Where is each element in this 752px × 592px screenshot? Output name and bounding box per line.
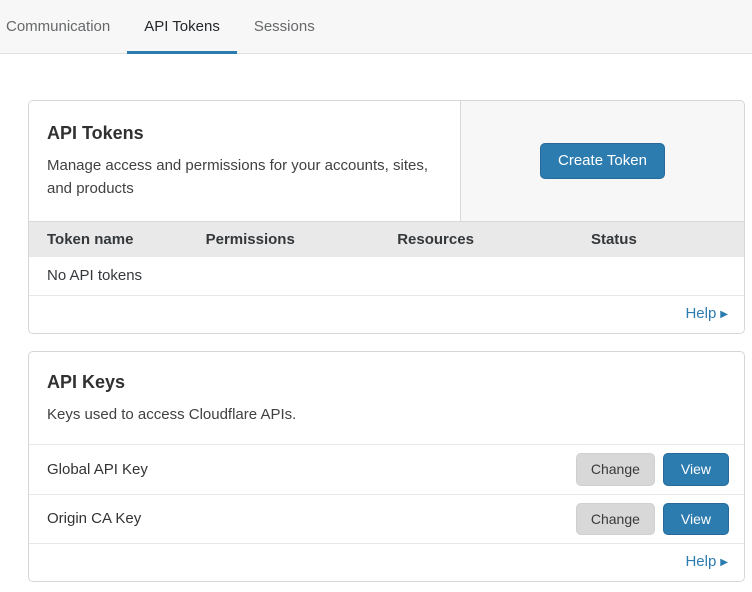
global-api-key-label: Global API Key xyxy=(47,461,576,478)
api-tokens-card-header: API Tokens Manage access and permissions… xyxy=(29,101,744,221)
active-tab-underline xyxy=(127,51,237,54)
api-key-row-origin-ca: Origin CA Key Change View xyxy=(29,494,744,544)
api-tokens-card-action-area: Create Token xyxy=(460,101,744,221)
token-table-header-resources: Resources xyxy=(397,231,591,248)
global-api-key-view-button[interactable]: View xyxy=(663,453,729,486)
token-table-empty-row: No API tokens xyxy=(29,257,744,296)
help-arrow-icon: ▶ xyxy=(720,557,728,568)
api-tokens-help-link[interactable]: Help ▶ xyxy=(685,305,728,322)
api-tokens-card-footer: Help ▶ xyxy=(29,296,744,333)
create-token-button[interactable]: Create Token xyxy=(540,143,665,179)
tab-api-tokens[interactable]: API Tokens xyxy=(127,0,237,53)
token-table-header-permissions: Permissions xyxy=(206,231,398,248)
help-arrow-icon: ▶ xyxy=(720,309,728,320)
page-content: API Tokens Manage access and permissions… xyxy=(0,54,752,582)
api-keys-help-link[interactable]: Help ▶ xyxy=(685,553,728,570)
api-keys-card: API Keys Keys used to access Cloudflare … xyxy=(28,351,745,583)
api-tokens-title: API Tokens xyxy=(47,123,436,144)
global-api-key-actions: Change View xyxy=(576,453,729,486)
api-keys-subtitle: Keys used to access Cloudflare APIs. xyxy=(47,403,726,426)
api-keys-title: API Keys xyxy=(47,372,726,393)
tab-sessions[interactable]: Sessions xyxy=(237,0,332,53)
api-keys-card-header: API Keys Keys used to access Cloudflare … xyxy=(29,352,744,444)
api-keys-help-label: Help xyxy=(685,553,716,570)
origin-ca-key-label: Origin CA Key xyxy=(47,510,576,527)
api-keys-card-footer: Help ▶ xyxy=(29,543,744,581)
origin-ca-key-actions: Change View xyxy=(576,503,729,536)
token-table-header-status: Status xyxy=(591,231,744,248)
api-tokens-card-header-text: API Tokens Manage access and permissions… xyxy=(29,101,460,221)
tab-communication[interactable]: Communication xyxy=(6,0,127,53)
api-key-row-global: Global API Key Change View xyxy=(29,444,744,494)
origin-ca-key-change-button[interactable]: Change xyxy=(576,503,655,536)
api-tokens-help-label: Help xyxy=(685,305,716,322)
token-table-header-token-name: Token name xyxy=(29,231,206,248)
api-tokens-card: API Tokens Manage access and permissions… xyxy=(28,100,745,334)
origin-ca-key-view-button[interactable]: View xyxy=(663,503,729,536)
tab-sessions-label: Sessions xyxy=(254,18,315,35)
api-tokens-subtitle: Manage access and permissions for your a… xyxy=(47,154,436,201)
tab-communication-label: Communication xyxy=(6,18,110,35)
token-table-header-row: Token name Permissions Resources Status xyxy=(29,221,744,257)
tab-api-tokens-label: API Tokens xyxy=(144,18,220,35)
settings-tab-bar: Communication API Tokens Sessions xyxy=(0,0,752,54)
global-api-key-change-button[interactable]: Change xyxy=(576,453,655,486)
